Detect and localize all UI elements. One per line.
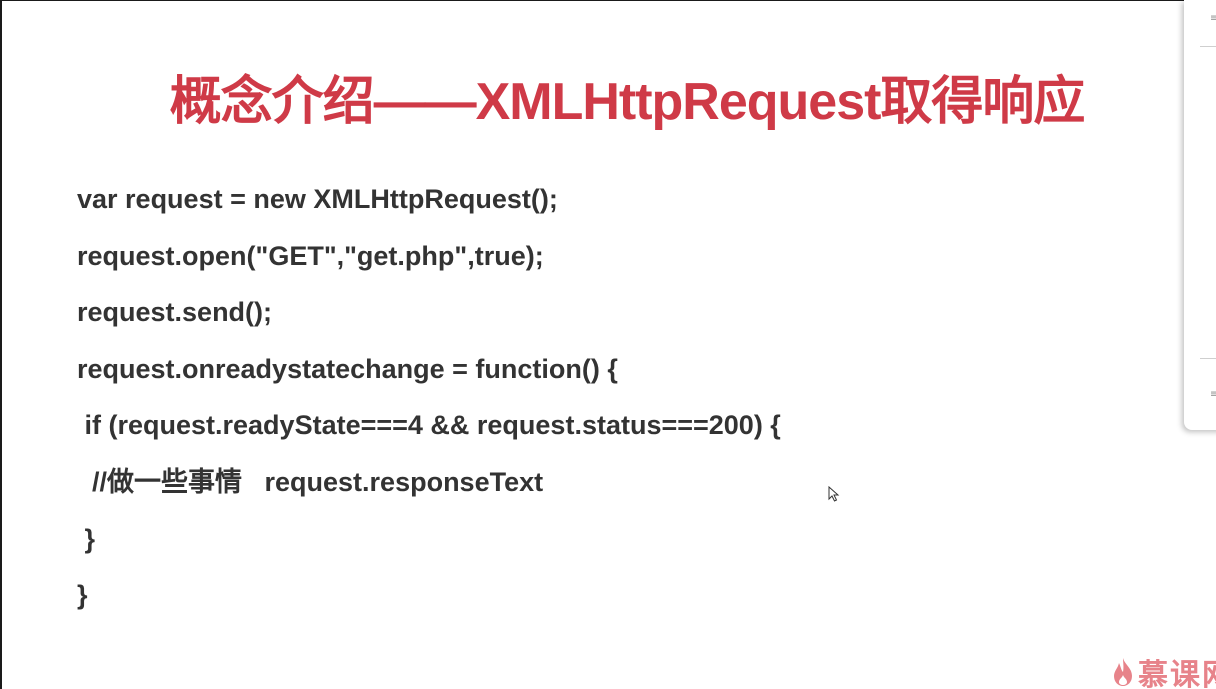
- code-line: }: [77, 580, 88, 611]
- code-line: }: [77, 523, 96, 554]
- code-line: request.send();: [77, 297, 273, 328]
- panel-divider: [1200, 46, 1216, 47]
- code-block: var request = new XMLHttpRequest(); requ…: [77, 179, 781, 632]
- code-line: request.open("GET","get.php",true);: [77, 240, 544, 271]
- code-line: request.onreadystatechange = function() …: [77, 353, 618, 384]
- watermark-logo: 慕课网: [1112, 653, 1216, 689]
- code-line: //做一些事情 request.responseText: [77, 466, 544, 497]
- flame-logo-icon: [1114, 657, 1132, 686]
- panel-divider: [1200, 358, 1216, 359]
- code-line: if (request.readyState===4 && request.st…: [77, 410, 781, 441]
- side-panel[interactable]: ≡ ≡: [1184, 0, 1216, 430]
- panel-handle-icon[interactable]: ≡: [1210, 14, 1216, 24]
- code-line: var request = new XMLHttpRequest();: [77, 184, 558, 214]
- mouse-pointer-icon: [828, 486, 840, 502]
- watermark-text: 慕课网: [1138, 657, 1216, 689]
- panel-handle-icon[interactable]: ≡: [1210, 390, 1216, 400]
- slide: 概念介绍——XMLHttpRequest取得响应 var request = n…: [0, 0, 1216, 689]
- slide-title: 概念介绍——XMLHttpRequest取得响应: [169, 73, 1086, 131]
